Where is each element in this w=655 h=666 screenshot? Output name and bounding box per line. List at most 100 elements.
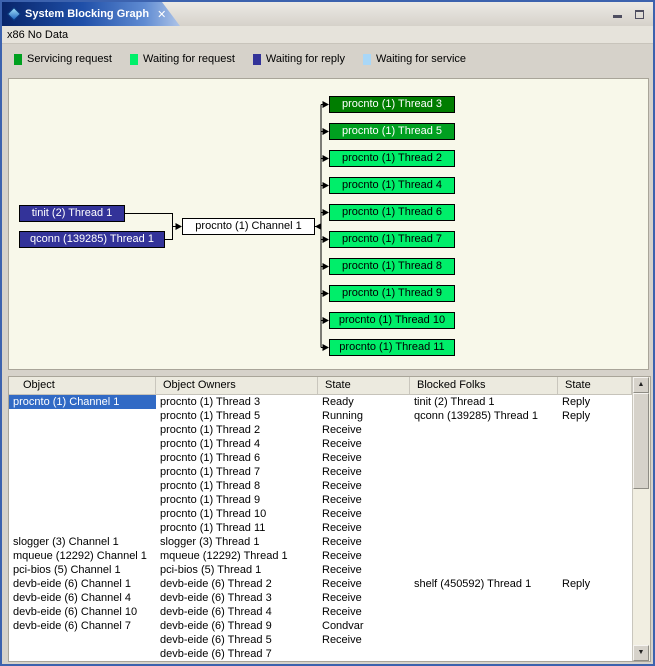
table-cell[interactable] (9, 507, 156, 521)
scrollbar-thumb[interactable] (633, 393, 649, 489)
vertical-scrollbar[interactable]: ▲ ▼ (632, 377, 650, 661)
table-cell[interactable] (410, 647, 558, 661)
graph-node-procnto-thread-10[interactable]: procnto (1) Thread 10 (329, 312, 455, 329)
table-cell[interactable]: Receive (318, 605, 410, 619)
table-cell[interactable] (558, 591, 632, 605)
table-cell[interactable]: qconn (139285) Thread 1 (410, 409, 558, 423)
table-cell[interactable] (558, 465, 632, 479)
table-row[interactable]: procnto (1) Thread 5Runningqconn (139285… (9, 409, 632, 423)
table-cell[interactable] (410, 437, 558, 451)
table-cell[interactable]: procnto (1) Thread 3 (156, 395, 318, 409)
table-row[interactable]: procnto (1) Thread 10Receive (9, 507, 632, 521)
table-row[interactable]: devb-eide (6) Thread 5Receive (9, 633, 632, 647)
table-cell[interactable]: Receive (318, 563, 410, 577)
table-cell[interactable] (558, 605, 632, 619)
table-row[interactable]: mqueue (12292) Channel 1mqueue (12292) T… (9, 549, 632, 563)
table-cell[interactable] (558, 619, 632, 633)
table-cell[interactable]: devb-eide (6) Thread 9 (156, 619, 318, 633)
table-cell[interactable]: procnto (1) Thread 5 (156, 409, 318, 423)
graph-node-procnto-thread-8[interactable]: procnto (1) Thread 8 (329, 258, 455, 275)
graph-node-tinit-thread-1[interactable]: tinit (2) Thread 1 (19, 205, 125, 222)
table-row[interactable]: devb-eide (6) Channel 4devb-eide (6) Thr… (9, 591, 632, 605)
table-cell[interactable] (410, 605, 558, 619)
tab-close-icon[interactable]: ✕ (157, 8, 166, 21)
table-cell[interactable] (410, 549, 558, 563)
graph-node-qconn-thread-1[interactable]: qconn (139285) Thread 1 (19, 231, 165, 248)
table-cell[interactable]: procnto (1) Thread 7 (156, 465, 318, 479)
table-cell[interactable]: Receive (318, 591, 410, 605)
graph-node-procnto-thread-7[interactable]: procnto (1) Thread 7 (329, 231, 455, 248)
table-cell[interactable] (410, 479, 558, 493)
table-cell[interactable] (558, 423, 632, 437)
table-cell[interactable]: procnto (1) Thread 8 (156, 479, 318, 493)
table-cell[interactable] (410, 465, 558, 479)
table-cell[interactable] (9, 647, 156, 661)
table-cell[interactable]: procnto (1) Thread 10 (156, 507, 318, 521)
table-cell[interactable]: devb-eide (6) Thread 4 (156, 605, 318, 619)
graph-node-procnto-thread-3[interactable]: procnto (1) Thread 3 (329, 96, 455, 113)
table-cell[interactable]: Condvar (318, 619, 410, 633)
table-row[interactable]: procnto (1) Thread 8Receive (9, 479, 632, 493)
table-cell[interactable]: slogger (3) Channel 1 (9, 535, 156, 549)
table-cell[interactable] (410, 535, 558, 549)
table-cell[interactable]: procnto (1) Thread 2 (156, 423, 318, 437)
scroll-up-button[interactable]: ▲ (633, 377, 649, 393)
minimize-button[interactable] (610, 7, 625, 20)
graph-node-procnto-thread-4[interactable]: procnto (1) Thread 4 (329, 177, 455, 194)
scroll-down-button[interactable]: ▼ (633, 645, 649, 661)
table-cell[interactable] (410, 521, 558, 535)
graph-node-procnto-thread-5[interactable]: procnto (1) Thread 5 (329, 123, 455, 140)
table-cell[interactable] (558, 507, 632, 521)
table-cell[interactable]: devb-eide (6) Channel 4 (9, 591, 156, 605)
table-cell[interactable]: procnto (1) Thread 6 (156, 451, 318, 465)
table-cell[interactable]: devb-eide (6) Channel 10 (9, 605, 156, 619)
column-header-state-2[interactable]: State (558, 377, 632, 394)
table-row[interactable]: devb-eide (6) Channel 1devb-eide (6) Thr… (9, 577, 632, 591)
table-row[interactable]: devb-eide (6) Channel 10devb-eide (6) Th… (9, 605, 632, 619)
table-row[interactable]: procnto (1) Thread 2Receive (9, 423, 632, 437)
table-cell[interactable] (9, 437, 156, 451)
table-cell[interactable]: Receive (318, 437, 410, 451)
table-cell[interactable] (410, 423, 558, 437)
table-cell[interactable] (558, 451, 632, 465)
table-cell[interactable]: Receive (318, 577, 410, 591)
table-cell[interactable]: Receive (318, 535, 410, 549)
table-cell[interactable] (9, 465, 156, 479)
table-cell[interactable] (410, 493, 558, 507)
table-cell[interactable] (410, 619, 558, 633)
table-row[interactable]: procnto (1) Thread 7Receive (9, 465, 632, 479)
table-cell[interactable]: Running (318, 409, 410, 423)
table-cell[interactable]: devb-eide (6) Channel 7 (9, 619, 156, 633)
table-cell[interactable] (9, 409, 156, 423)
table-cell[interactable]: Receive (318, 549, 410, 563)
table-cell[interactable] (410, 591, 558, 605)
column-header-state[interactable]: State (318, 377, 410, 394)
graph-node-procnto-thread-11[interactable]: procnto (1) Thread 11 (329, 339, 455, 356)
maximize-button[interactable] (632, 7, 647, 20)
table-cell[interactable] (558, 647, 632, 661)
table-cell[interactable]: devb-eide (6) Channel 1 (9, 577, 156, 591)
table-cell[interactable]: mqueue (12292) Thread 1 (156, 549, 318, 563)
table-cell[interactable] (410, 451, 558, 465)
table-row[interactable]: devb-eide (6) Channel 7devb-eide (6) Thr… (9, 619, 632, 633)
table-cell[interactable]: Reply (558, 395, 632, 409)
table-cell[interactable]: pci-bios (5) Thread 1 (156, 563, 318, 577)
graph-node-procnto-channel-1[interactable]: procnto (1) Channel 1 (182, 218, 315, 235)
table-cell[interactable] (558, 479, 632, 493)
table-cell[interactable] (9, 479, 156, 493)
table-row[interactable]: procnto (1) Thread 11Receive (9, 521, 632, 535)
table-cell[interactable]: devb-eide (6) Thread 7 (156, 647, 318, 661)
graph-node-procnto-thread-9[interactable]: procnto (1) Thread 9 (329, 285, 455, 302)
table-cell[interactable]: procnto (1) Thread 9 (156, 493, 318, 507)
table-cell[interactable] (9, 423, 156, 437)
graph-node-procnto-thread-6[interactable]: procnto (1) Thread 6 (329, 204, 455, 221)
table-row[interactable]: slogger (3) Channel 1slogger (3) Thread … (9, 535, 632, 549)
table-cell[interactable] (558, 633, 632, 647)
table-cell[interactable]: tinit (2) Thread 1 (410, 395, 558, 409)
table-cell[interactable]: Reply (558, 409, 632, 423)
table-row[interactable]: devb-eide (6) Thread 7 (9, 647, 632, 661)
table-cell[interactable]: procnto (1) Channel 1 (9, 395, 156, 409)
graph-node-procnto-thread-2[interactable]: procnto (1) Thread 2 (329, 150, 455, 167)
table-cell[interactable]: shelf (450592) Thread 1 (410, 577, 558, 591)
table-cell[interactable]: devb-eide (6) Thread 5 (156, 633, 318, 647)
